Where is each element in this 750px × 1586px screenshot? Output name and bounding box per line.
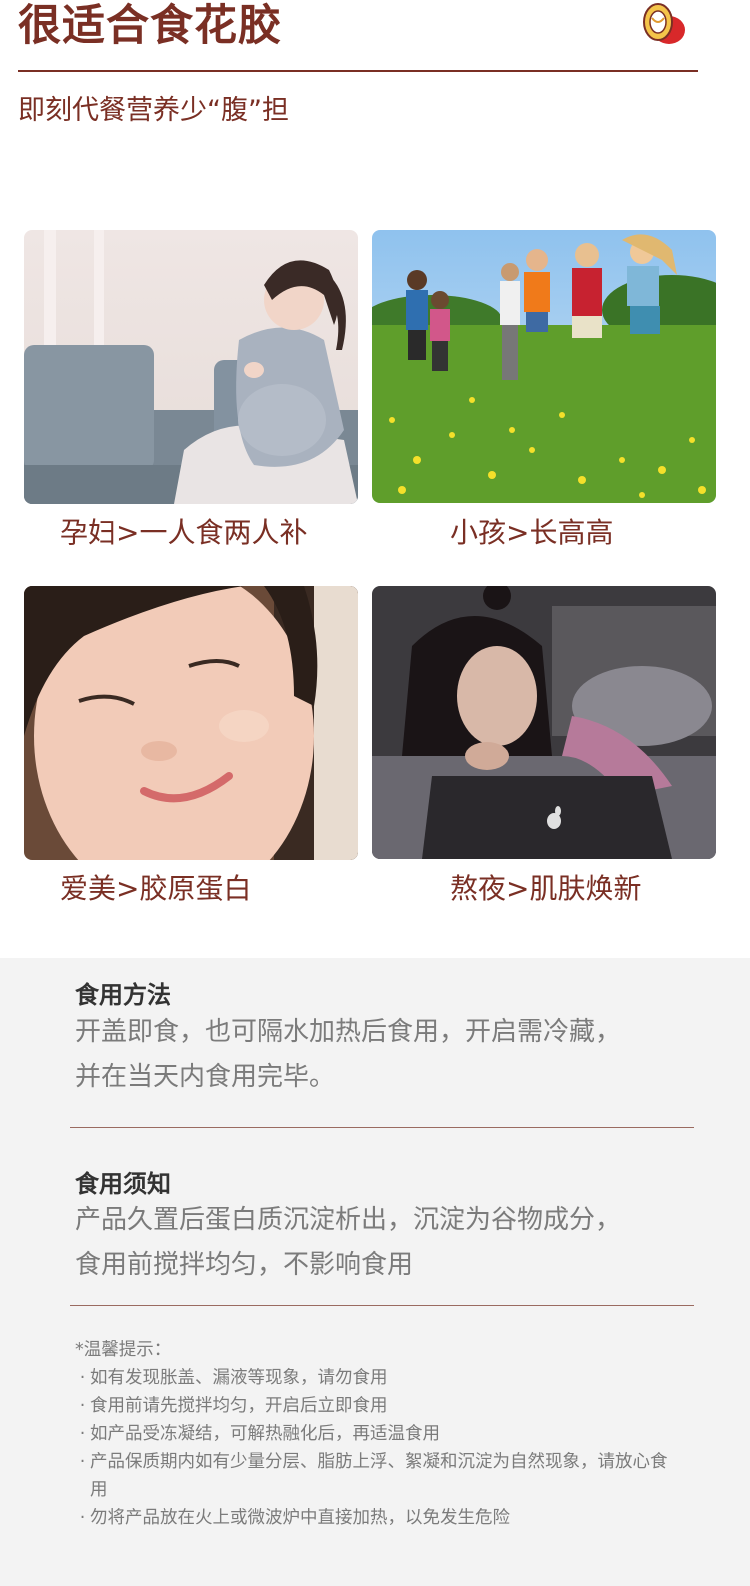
children-running-photo	[372, 230, 716, 503]
tip-item: · 如有发现胀盖、漏液等现象，请勿食用	[75, 1364, 680, 1392]
section-divider	[70, 1305, 694, 1306]
section-divider	[70, 1127, 694, 1128]
usage-line: 开盖即食，也可隔水加热后食用，开启需冷藏，	[75, 1017, 622, 1047]
woman-laptop-night-photo	[372, 586, 716, 859]
tip-item: · 食用前请先搅拌均匀，开启后立即食用	[75, 1392, 680, 1420]
notice-line: 食用前搅拌均匀，不影响食用	[75, 1250, 414, 1280]
woman-face-skin-photo	[24, 586, 358, 860]
page-title: 很适合食花胶	[18, 1, 282, 51]
notice-body: 产品久置后蛋白质沉淀析出，沉淀为谷物成分， 食用前搅拌均匀，不影响食用	[75, 1198, 695, 1288]
top-section: 很适合食花胶 即刻代餐营养少“腹”担 孕妇>一人食两人补 小孩>长高高 爱美>胶…	[0, 0, 750, 958]
pregnant-woman-photo	[24, 230, 358, 504]
notice-title: 食用须知	[75, 1170, 171, 1198]
tips-block: *温馨提示： · 如有发现胀盖、漏液等现象，请勿食用 · 食用前请先搅拌均匀，开启后…	[75, 1336, 680, 1532]
tip-item: · 如产品受冻凝结，可解热融化后，再适温食用	[75, 1420, 680, 1448]
tips-heading: *温馨提示：	[75, 1340, 172, 1360]
usage-line: 并在当天内食用完毕。	[75, 1062, 336, 1092]
title-divider	[18, 70, 698, 72]
usage-body: 开盖即食，也可隔水加热后食用，开启需冷藏， 并在当天内食用完毕。	[75, 1010, 695, 1100]
page-subtitle: 即刻代餐营养少“腹”担	[18, 95, 289, 126]
usage-title: 食用方法	[75, 981, 171, 1009]
bullet-icon: ·	[79, 1452, 86, 1472]
bird-nest-logo-icon	[636, 0, 688, 50]
caption-night: 熬夜>肌肤焕新	[450, 872, 642, 905]
bullet-icon: ·	[79, 1368, 86, 1388]
caption-pregnant: 孕妇>一人食两人补	[60, 516, 308, 549]
bullet-icon: ·	[79, 1424, 86, 1444]
caption-children: 小孩>长高高	[450, 516, 614, 549]
bullet-icon: ·	[79, 1508, 86, 1528]
tip-item: · 产品保质期内如有少量分层、脂肪上浮、絮凝和沉淀为自然现象，请放心食用	[75, 1448, 680, 1504]
notice-line: 产品久置后蛋白质沉淀析出，沉淀为谷物成分，	[75, 1205, 622, 1235]
bullet-icon: ·	[79, 1396, 86, 1416]
tip-item: · 勿将产品放在火上或微波炉中直接加热，以免发生危险	[75, 1504, 680, 1532]
caption-beauty: 爱美>胶原蛋白	[60, 872, 252, 905]
